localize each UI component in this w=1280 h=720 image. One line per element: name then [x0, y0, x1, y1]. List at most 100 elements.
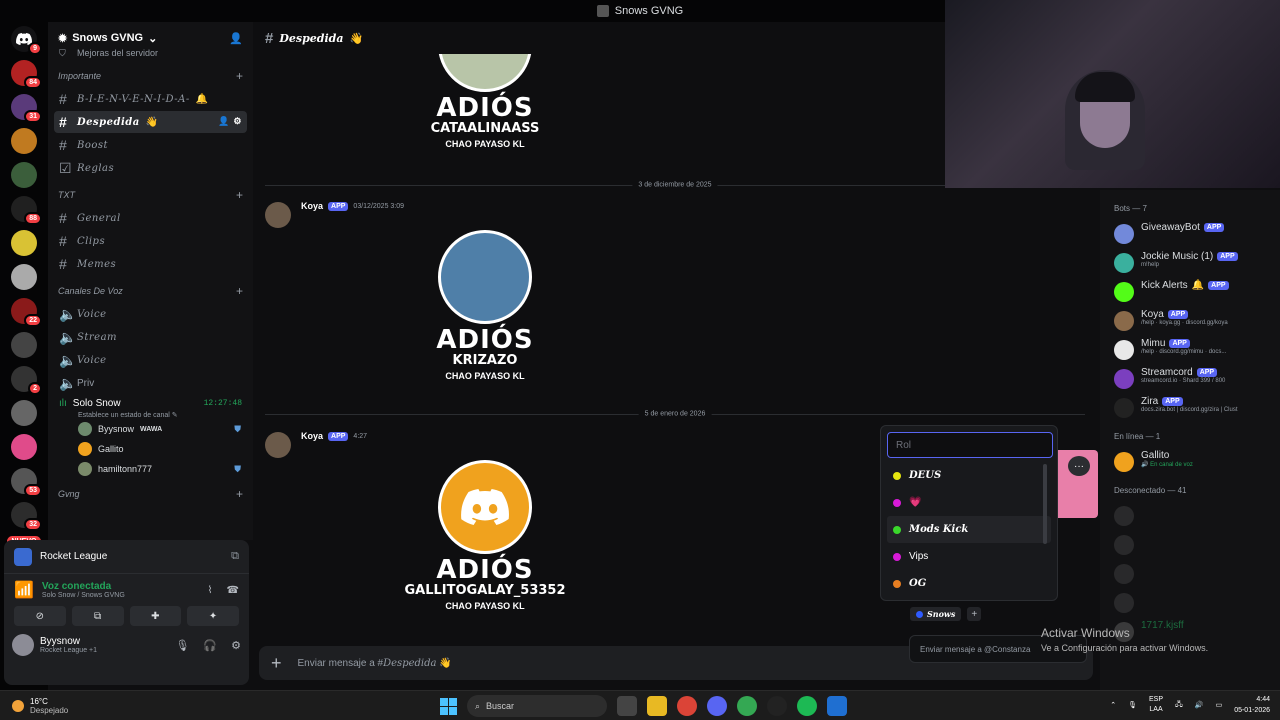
- soundboard-button[interactable]: ✦: [187, 606, 239, 626]
- screen-share-button[interactable]: ⧉: [71, 606, 124, 626]
- member-item[interactable]: Mimu APP/help · discord.gg/mimu · docs...: [1108, 335, 1272, 364]
- network-icon[interactable]: 🖧: [1175, 700, 1183, 711]
- avatar[interactable]: [265, 432, 291, 458]
- role-option[interactable]: Mods Kick: [887, 516, 1051, 543]
- goodbye-card[interactable]: ADIÓS KRIZAZO CHAO PAYASO KL: [385, 230, 585, 381]
- server-icon[interactable]: [11, 162, 37, 188]
- scrollbar[interactable]: [1043, 464, 1047, 544]
- voice-channel-voice-2[interactable]: 🔈 Voice: [54, 349, 247, 371]
- add-channel-icon[interactable]: +: [236, 69, 243, 83]
- role-chip[interactable]: Snows: [910, 607, 962, 621]
- member-item[interactable]: [1108, 588, 1272, 617]
- server-icon[interactable]: [11, 400, 37, 426]
- avatar[interactable]: [265, 202, 291, 228]
- server-icon[interactable]: 22: [11, 298, 42, 327]
- server-icon[interactable]: [11, 434, 37, 460]
- category-importante[interactable]: Importante +: [54, 61, 247, 87]
- microphone-icon[interactable]: 🎙: [1128, 701, 1137, 709]
- server-boost-row[interactable]: ⛉ Mejoras del servidor: [54, 46, 247, 60]
- microphone-icon[interactable]: 🎙: [175, 639, 189, 652]
- chrome-profile-icon[interactable]: [737, 696, 757, 716]
- channel-boost[interactable]: # Boost: [54, 134, 247, 156]
- volume-icon[interactable]: 🔊: [1195, 701, 1204, 709]
- channel-clips[interactable]: # Clips: [54, 230, 247, 252]
- channel-settings-icon[interactable]: 👤 ⚙: [218, 117, 242, 127]
- member-item[interactable]: Gallito 🔊 En canal de voz: [1108, 447, 1272, 476]
- member-item[interactable]: Koya APP/help · koya.gg · discord.gg/koya: [1108, 306, 1272, 335]
- channel-bienvenida[interactable]: # B-I-E-N-V-E-N-I-D-A- 🔔: [54, 88, 247, 110]
- add-channel-icon[interactable]: +: [236, 284, 243, 298]
- noise-suppression-icon[interactable]: ⌇: [208, 585, 213, 596]
- start-button[interactable]: [440, 697, 457, 715]
- disconnect-icon[interactable]: ☎: [227, 585, 239, 596]
- goodbye-card[interactable]: ADIÓS GALLITOGALAY_53352 CHAO PAYASO KL: [385, 460, 585, 611]
- member-item[interactable]: Kick Alerts 🔔 APP: [1108, 277, 1272, 306]
- more-options-button[interactable]: ···: [1068, 456, 1090, 476]
- category-txt[interactable]: TXT +: [54, 180, 247, 206]
- spotify-icon[interactable]: [797, 696, 817, 716]
- role-search-input[interactable]: Rol: [887, 432, 1053, 458]
- server-icon[interactable]: [11, 264, 37, 290]
- voice-status[interactable]: Voz conectada: [42, 581, 125, 592]
- add-attachment-icon[interactable]: +: [271, 653, 282, 674]
- category-gvng[interactable]: Gvng +: [54, 479, 247, 505]
- avatar[interactable]: [12, 634, 34, 656]
- goodbye-card[interactable]: ADIÓS CATAALINAASS CHAO PAYASO KL: [385, 54, 585, 149]
- server-icon[interactable]: 32: [11, 502, 42, 531]
- voice-channel-priv[interactable]: 🔈 Priv: [54, 372, 247, 394]
- role-option[interactable]: 💗: [887, 489, 1051, 516]
- voice-user[interactable]: hamiltonn777 ⛊: [54, 459, 247, 479]
- invite-user-icon[interactable]: 👤: [229, 32, 243, 45]
- obs-icon[interactable]: [767, 696, 787, 716]
- add-channel-icon[interactable]: +: [236, 487, 243, 501]
- username[interactable]: Byysnow: [40, 636, 97, 647]
- channel-despedida[interactable]: # Despedida 👋 👤 ⚙: [54, 111, 247, 133]
- chrome-icon[interactable]: [677, 696, 697, 716]
- rocket-league-taskbar-icon[interactable]: [827, 696, 847, 716]
- gear-icon[interactable]: ⚙: [231, 639, 241, 652]
- voice-channel-voice[interactable]: 🔈 Voice: [54, 303, 247, 325]
- voice-channel-stream[interactable]: 🔈 Stream: [54, 326, 247, 348]
- voice-location[interactable]: Solo Snow / Snows GVNG: [42, 592, 125, 599]
- author-name[interactable]: Koya: [301, 431, 323, 441]
- member-item[interactable]: [1108, 559, 1272, 588]
- channel-reglas[interactable]: ☑ Reglas: [54, 157, 247, 179]
- member-item[interactable]: [1108, 530, 1272, 559]
- category-voz[interactable]: Canales De Voz +: [54, 276, 247, 302]
- member-item[interactable]: GiveawayBot APP: [1108, 219, 1272, 248]
- voice-user[interactable]: Byysnow WAWA ⛊: [54, 419, 247, 439]
- channel-memes[interactable]: # Memes: [54, 253, 247, 275]
- camera-toggle-button[interactable]: ⊘: [14, 606, 66, 626]
- channel-general[interactable]: # General: [54, 207, 247, 229]
- add-role-button[interactable]: +: [967, 607, 982, 621]
- add-channel-icon[interactable]: +: [236, 188, 243, 202]
- weather-widget[interactable]: 16°C Despejado: [12, 697, 68, 715]
- server-icon[interactable]: 31: [11, 94, 42, 123]
- member-item[interactable]: Jockie Music (1) APP m!help: [1108, 248, 1272, 277]
- activities-button[interactable]: ✚: [129, 606, 182, 626]
- server-icon[interactable]: 53: [11, 468, 42, 497]
- headphones-icon[interactable]: 🎧: [203, 639, 217, 652]
- clock[interactable]: 4:44 05-01-2026: [1234, 694, 1270, 716]
- voice-user[interactable]: Gallito: [54, 439, 247, 459]
- discord-home-button[interactable]: 9: [11, 26, 42, 55]
- chevron-up-icon[interactable]: ⌃: [1110, 701, 1116, 709]
- server-icon[interactable]: [11, 332, 37, 358]
- battery-icon[interactable]: ▭: [1216, 701, 1223, 709]
- member-item[interactable]: Streamcord APP streamcord.io · Shard 399 /…: [1108, 364, 1272, 393]
- author-name[interactable]: Koya: [301, 201, 323, 211]
- screen-share-icon[interactable]: ⧉: [231, 550, 239, 563]
- role-option[interactable]: Vips: [887, 543, 1051, 570]
- server-icon[interactable]: 84: [11, 60, 42, 89]
- taskbar-search[interactable]: ⌕ Buscar: [467, 695, 607, 717]
- task-view-icon[interactable]: [617, 696, 637, 716]
- server-icon[interactable]: 2: [11, 366, 42, 395]
- role-option[interactable]: OG: [887, 570, 1051, 597]
- server-icon[interactable]: 88: [11, 196, 42, 225]
- discord-taskbar-icon[interactable]: [707, 696, 727, 716]
- file-explorer-icon[interactable]: [647, 696, 667, 716]
- server-icon[interactable]: [11, 128, 37, 154]
- activity-row[interactable]: Rocket League ⧉: [4, 540, 249, 574]
- server-icon[interactable]: [11, 230, 37, 256]
- channel-status-note[interactable]: Establece un estado de canal ✎: [54, 411, 247, 419]
